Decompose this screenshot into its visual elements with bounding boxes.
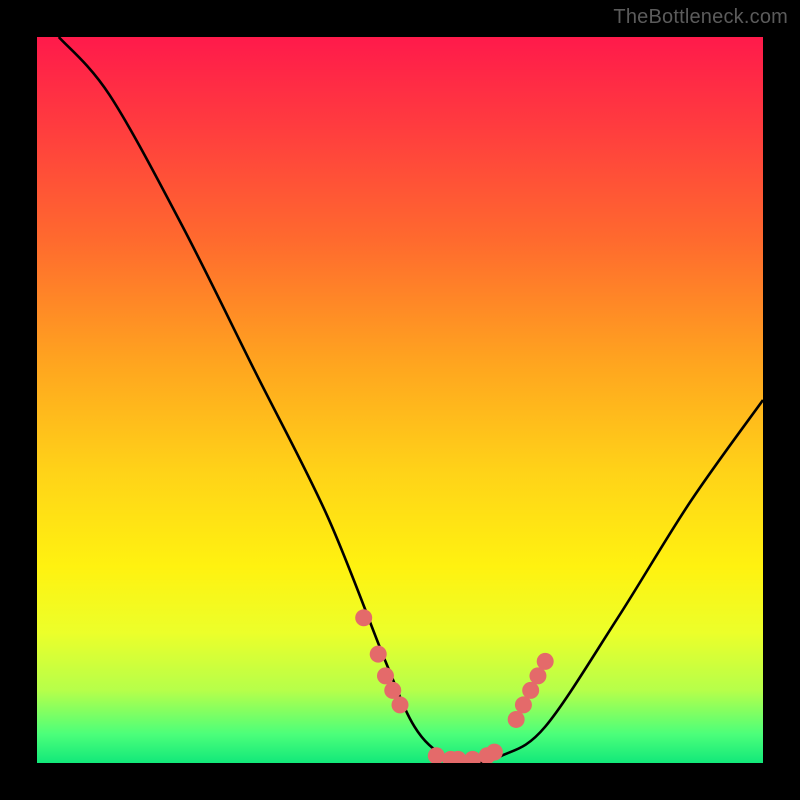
marker-dot [537,653,554,670]
marker-cluster [355,609,554,763]
marker-dot [377,667,394,684]
marker-dot [508,711,525,728]
bottleneck-curve [59,37,763,763]
curve-layer [59,37,763,763]
chart-stage: TheBottleneck.com [0,0,800,800]
marker-dot [370,646,387,663]
marker-dot [355,609,372,626]
marker-dot [464,751,481,763]
marker-dot [515,696,532,713]
marker-dot [392,696,409,713]
marker-dot [486,744,503,761]
marker-dot [529,667,546,684]
chart-svg [37,37,763,763]
marker-dot [384,682,401,699]
marker-dot [428,747,445,763]
plot-area [37,37,763,763]
watermark-text: TheBottleneck.com [613,6,788,29]
marker-dot [522,682,539,699]
